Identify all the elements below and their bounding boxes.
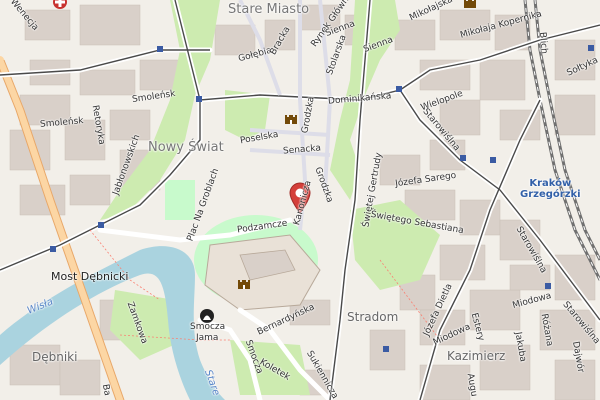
station-label[interactable]: Kraków Grzegórzki: [520, 178, 581, 200]
street-label-blich: Blich: [536, 31, 549, 55]
castle-icon[interactable]: [462, 0, 478, 10]
district-label-stradom: Stradom: [347, 310, 399, 324]
district-label-stare-miasto: Stare Miasto: [228, 2, 310, 17]
district-label-kazimierz: Kazimierz: [447, 349, 506, 363]
place-label-smocza-jama-1: Smocza: [190, 322, 226, 332]
place-label-smocza-jama-2: Jama: [196, 333, 219, 343]
station-label-line2: Grzegórzki: [520, 189, 581, 200]
station-label-line1: Kraków: [529, 178, 572, 189]
castle-icon[interactable]: [236, 275, 252, 291]
district-label-debniki: Dębniki: [32, 350, 78, 364]
map-canvas[interactable]: Stare Miasto Nowy Świat Stradom Kazimier…: [0, 0, 600, 400]
district-label-nowy-swiat: Nowy Świat: [148, 140, 224, 155]
castle-icon[interactable]: [283, 110, 299, 126]
hospital-icon[interactable]: [52, 0, 68, 10]
place-label-most-debnicki: Most Dębnicki: [51, 270, 129, 283]
street-label-barska: Ba: [99, 383, 112, 397]
